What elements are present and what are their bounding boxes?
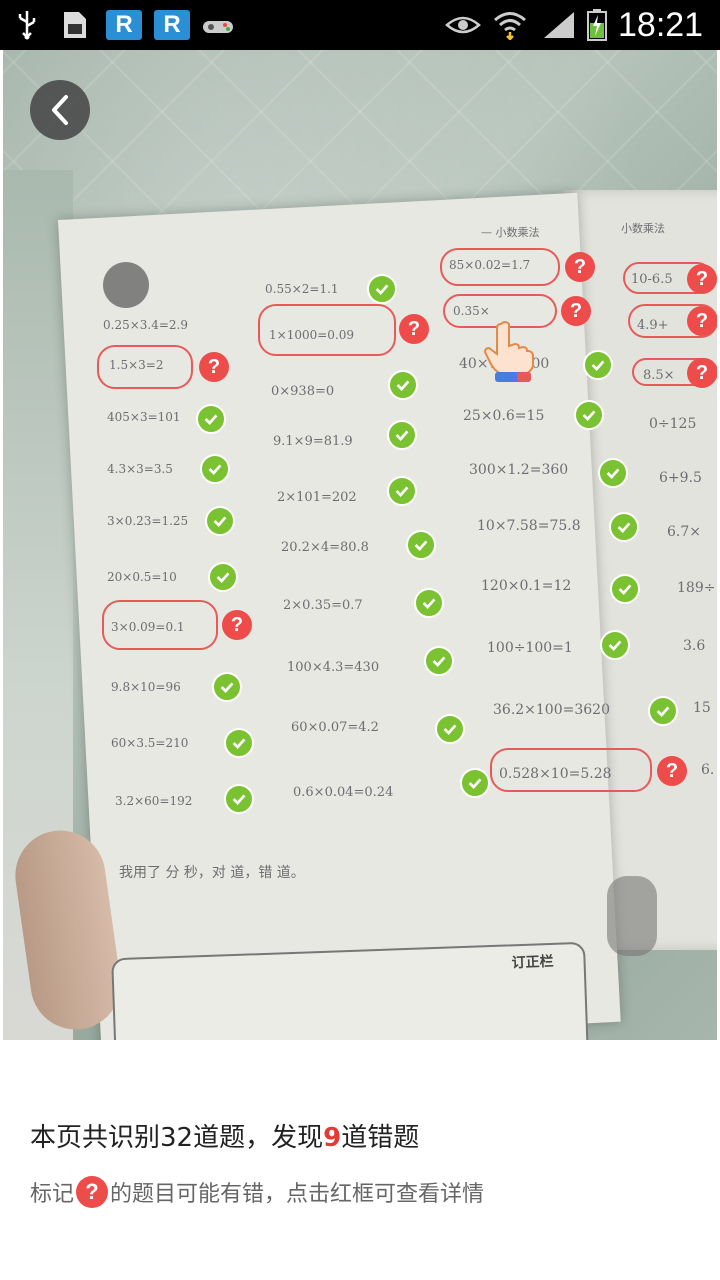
check-icon bbox=[648, 696, 678, 726]
problem-text: 0×938=0 bbox=[271, 384, 335, 399]
clock-time: 18:21 bbox=[618, 6, 704, 44]
problem-text: 9.8×10=96 bbox=[111, 680, 181, 694]
problem-text: 3×0.23=1.25 bbox=[107, 514, 189, 528]
question-mark-icon[interactable]: ? bbox=[561, 296, 591, 326]
hint-prefix: 标记 bbox=[30, 1182, 75, 1207]
problem-text: 405×3=101 bbox=[107, 410, 181, 424]
back-button[interactable] bbox=[30, 80, 90, 140]
problem-text: 300×1.2=360 bbox=[469, 462, 569, 478]
check-icon bbox=[598, 458, 628, 488]
error-count: 9 bbox=[323, 1123, 342, 1153]
question-mark-icon[interactable]: ? bbox=[687, 358, 717, 388]
mascot-icon bbox=[607, 876, 657, 956]
eye-icon bbox=[444, 10, 482, 40]
question-mark-icon[interactable]: ? bbox=[657, 756, 687, 786]
hint-suffix: 的题目可能有错，点击红框可查看详情 bbox=[110, 1182, 485, 1207]
wrong-answer-box[interactable] bbox=[258, 304, 396, 356]
problem-text: 3.2×60=192 bbox=[115, 794, 193, 808]
problem-text: 2×101=202 bbox=[277, 490, 357, 505]
problem-text: 60×3.5=210 bbox=[111, 736, 189, 750]
check-icon bbox=[224, 784, 254, 814]
mascot-icon bbox=[103, 262, 149, 308]
page-header: 小数乘法 bbox=[621, 222, 665, 235]
check-icon bbox=[574, 400, 604, 430]
footer-line: 我用了 分 秒，对 道，错 道。 bbox=[119, 865, 305, 881]
check-icon bbox=[208, 562, 238, 592]
check-icon bbox=[200, 454, 230, 484]
page-header: — 小数乘法 bbox=[481, 226, 540, 239]
check-icon bbox=[196, 404, 226, 434]
problem-text: 20.2×4=80.8 bbox=[281, 540, 369, 555]
problem-text: 20×0.5=10 bbox=[107, 570, 177, 584]
file-icon bbox=[60, 10, 90, 40]
game-controller-icon bbox=[200, 10, 236, 40]
problem-text: 100×4.3=430 bbox=[287, 660, 380, 675]
problem-text: 36.2×100=3620 bbox=[493, 702, 610, 718]
problem-text: 120×0.1=12 bbox=[481, 578, 572, 594]
summary-prefix: 本页共识别32道题，发现 bbox=[30, 1123, 324, 1153]
question-mark-icon[interactable]: ? bbox=[399, 314, 429, 344]
battery-charging-icon bbox=[586, 9, 608, 41]
check-icon bbox=[406, 530, 436, 560]
wrong-answer-box[interactable] bbox=[440, 248, 560, 286]
question-mark-icon[interactable]: ? bbox=[687, 306, 717, 336]
wrong-answer-box[interactable] bbox=[490, 748, 652, 792]
problem-text: 0÷125 bbox=[649, 416, 697, 432]
problem-text: 60×0.07=4.2 bbox=[291, 720, 379, 735]
problem-text: 0.25×3.4=2.9 bbox=[103, 318, 188, 332]
signal-icon bbox=[540, 10, 578, 40]
problem-text: 6+9.5 bbox=[659, 470, 702, 486]
check-icon bbox=[414, 588, 444, 618]
wrong-answer-box[interactable] bbox=[97, 345, 193, 389]
check-icon bbox=[388, 370, 418, 400]
problem-text: 9.1×9=81.9 bbox=[273, 434, 353, 449]
question-mark-icon[interactable]: ? bbox=[687, 264, 717, 294]
summary-suffix: 道错题 bbox=[341, 1123, 420, 1153]
check-icon bbox=[610, 574, 640, 604]
correction-label: 订正栏 bbox=[511, 953, 554, 972]
question-mark-icon[interactable]: ? bbox=[222, 610, 252, 640]
check-icon bbox=[205, 506, 235, 536]
check-icon bbox=[609, 512, 639, 542]
summary-text: 本页共识别32道题，发现9道错题 bbox=[30, 1117, 419, 1154]
problem-text: 0.55×2=1.1 bbox=[265, 282, 339, 296]
app-r-icon: R bbox=[154, 10, 190, 40]
chevron-left-icon bbox=[52, 95, 68, 125]
check-icon bbox=[387, 420, 417, 450]
check-icon bbox=[583, 350, 613, 380]
check-icon bbox=[435, 714, 465, 744]
check-icon bbox=[367, 274, 397, 304]
problem-text: 10×7.58=75.8 bbox=[477, 518, 581, 534]
check-icon bbox=[387, 476, 417, 506]
hint-text: 标记? 的题目可能有错，点击红框可查看详情 bbox=[30, 1176, 484, 1208]
pointer-hand-icon bbox=[481, 320, 537, 384]
wifi-icon bbox=[492, 10, 528, 40]
problem-text: 0.6×0.04=0.24 bbox=[293, 785, 394, 800]
problem-text: 2×0.35=0.7 bbox=[283, 598, 363, 613]
problem-text: 189÷ bbox=[677, 580, 716, 596]
problem-text: 4.3×3=3.5 bbox=[107, 462, 173, 476]
usb-icon bbox=[12, 10, 42, 40]
homework-photo[interactable]: — 小数乘法 小数乘法 0.25×3.4=2.9 1.5×3=2 405×3=1… bbox=[3, 50, 717, 1040]
problem-text: 3.6 bbox=[683, 638, 706, 654]
question-mark-icon: ? bbox=[76, 1176, 109, 1208]
status-bar: R R 18:21 bbox=[0, 0, 720, 50]
check-icon bbox=[600, 630, 630, 660]
problem-text: 15 bbox=[693, 700, 711, 716]
problem-text: 100÷100=1 bbox=[487, 640, 573, 656]
check-icon bbox=[424, 646, 454, 676]
wrong-answer-box[interactable] bbox=[102, 600, 218, 650]
problem-text: 25×0.6=15 bbox=[463, 408, 545, 424]
check-icon bbox=[460, 768, 490, 798]
question-mark-icon[interactable]: ? bbox=[199, 352, 229, 382]
question-mark-icon[interactable]: ? bbox=[565, 252, 595, 282]
correction-box: 订正栏 bbox=[111, 941, 589, 1040]
problem-text: 6. bbox=[701, 762, 715, 778]
check-icon bbox=[212, 672, 242, 702]
app-r-icon: R bbox=[106, 10, 142, 40]
check-icon bbox=[224, 728, 254, 758]
problem-text: 6.7× bbox=[667, 524, 701, 540]
